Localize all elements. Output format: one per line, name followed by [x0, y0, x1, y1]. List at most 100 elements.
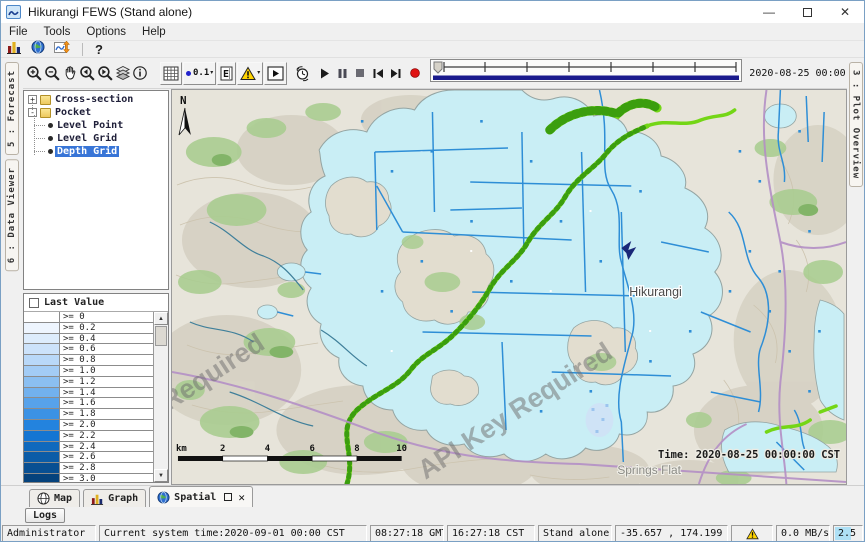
scroll-up-icon[interactable]: ▲ — [154, 312, 168, 325]
close-button[interactable]: ✕ — [826, 1, 864, 23]
step-forward-button[interactable] — [389, 61, 403, 85]
timeseries-button[interactable] — [54, 40, 70, 59]
legend-label: >= 0.2 — [60, 323, 153, 333]
legend-swatch — [24, 452, 60, 462]
info-button[interactable] — [132, 61, 148, 85]
legend-scrollbar[interactable]: ▲ ▼ — [154, 312, 168, 482]
logs-row: Logs — [1, 507, 864, 524]
legend-row[interactable]: >= 1.4 — [24, 388, 153, 399]
minimize-button[interactable]: — — [750, 1, 788, 23]
legend-label: >= 1.8 — [60, 409, 153, 419]
legend-row[interactable]: >= 2.6 — [24, 452, 153, 463]
database-chart-button[interactable] — [7, 40, 22, 59]
legend-panel: Last Value >= 0 >= 0.2 >= 0.4 >= 0.6 >= … — [23, 293, 169, 483]
tab-graph[interactable]: Graph — [83, 489, 146, 507]
tab-plot-overview[interactable]: 3 : Plot Overview — [849, 62, 863, 187]
legend-row[interactable]: >= 0.8 — [24, 355, 153, 366]
legend-label: >= 0.4 — [60, 334, 153, 344]
legend-label: >= 2.6 — [60, 452, 153, 462]
labels-button[interactable]: E — [217, 62, 236, 85]
record-button[interactable] — [409, 61, 421, 85]
close-tab-icon[interactable]: ✕ — [238, 491, 245, 504]
animation-button[interactable] — [264, 62, 287, 85]
status-warning-cell — [731, 525, 773, 542]
tab-map[interactable]: Map — [29, 489, 80, 507]
legend-row[interactable]: >= 0 — [24, 312, 153, 323]
step-backward-button[interactable] — [371, 61, 385, 85]
zoom-previous-button[interactable] — [79, 61, 96, 85]
status-memory: 2.5 GB — [833, 525, 863, 542]
tab-data-viewer[interactable]: 6 : Data Viewer — [5, 159, 19, 271]
grid-display-button[interactable] — [160, 62, 182, 85]
time-settings-button[interactable] — [294, 61, 311, 85]
svg-text:E: E — [223, 69, 229, 80]
legend-row[interactable]: >= 0.2 — [24, 323, 153, 334]
pan-button[interactable] — [62, 61, 78, 85]
application-window: Hikurangi FEWS (Stand alone) — ✕ File To… — [0, 0, 865, 542]
map-display-button[interactable] — [31, 40, 45, 59]
map-canvas[interactable]: API Key Required API Key Required N km — [171, 89, 847, 485]
pause-button[interactable] — [336, 61, 349, 85]
tab-spatial[interactable]: Spatial ✕ — [149, 486, 253, 507]
menu-bar: File Tools Options Help — [1, 23, 864, 41]
legend-row[interactable]: >= 0.4 — [24, 334, 153, 345]
help-button[interactable]: ? — [95, 42, 103, 57]
legend-label: >= 1.0 — [60, 366, 153, 376]
legend-row[interactable]: >= 1.2 — [24, 377, 153, 388]
shallow-patch — [586, 403, 614, 437]
menu-options[interactable]: Options — [78, 26, 134, 38]
warning-icon — [746, 528, 759, 540]
scalar-threshold-dropdown[interactable]: 0.1 ▾ — [183, 62, 216, 85]
zoom-out-button[interactable] — [44, 61, 61, 85]
status-user: Administrator — [2, 525, 96, 542]
logs-button[interactable]: Logs — [25, 508, 65, 523]
tree-connector — [34, 138, 45, 139]
legend-row[interactable]: >= 1.6 — [24, 398, 153, 409]
tab-label: Spatial — [174, 492, 216, 503]
legend-label: >= 1.6 — [60, 398, 153, 408]
menu-file[interactable]: File — [1, 26, 36, 38]
zoom-next-button[interactable] — [97, 61, 114, 85]
legend-swatch — [24, 398, 60, 408]
legend-row[interactable]: >= 2.2 — [24, 431, 153, 442]
legend-row[interactable]: >= 1.0 — [24, 366, 153, 377]
stop-button[interactable] — [354, 61, 366, 85]
legend-swatch — [24, 355, 60, 365]
town-label: Hikurangi — [629, 285, 681, 299]
scrollbar-track[interactable] — [154, 347, 168, 469]
legend-row[interactable]: >= 2.8 — [24, 463, 153, 474]
scroll-down-icon[interactable]: ▼ — [154, 469, 168, 482]
svg-text:km: km — [176, 444, 187, 454]
menu-help[interactable]: Help — [134, 26, 174, 38]
last-value-row: Last Value — [24, 294, 168, 311]
tree-item-depth-grid[interactable]: Depth Grid — [24, 145, 168, 158]
svg-text:8: 8 — [354, 444, 359, 454]
warnings-dropdown[interactable]: ▾ — [237, 62, 263, 85]
tree-item-level-grid[interactable]: Level Grid — [24, 132, 168, 145]
layers-button[interactable] — [115, 61, 131, 85]
time-slider[interactable] — [430, 59, 742, 87]
tree-item-cross-section[interactable]: + Cross-section — [24, 93, 168, 106]
tab-forecast[interactable]: 5 : Forecast — [5, 62, 19, 155]
maximize-tab-icon[interactable] — [224, 493, 232, 501]
tree-item-level-point[interactable]: Level Point — [24, 119, 168, 132]
right-tab-strip: 3 : Plot Overview — [847, 58, 864, 485]
play-button[interactable] — [318, 61, 331, 85]
legend-label: >= 0 — [60, 312, 153, 322]
last-value-checkbox[interactable] — [29, 298, 39, 308]
status-gmt-time: 08:27:18 GMT — [370, 525, 444, 542]
legend-swatch — [24, 431, 60, 441]
tree-item-label-selected: Depth Grid — [55, 146, 119, 157]
legend-row[interactable]: >= 2.0 — [24, 420, 153, 431]
maximize-button[interactable] — [788, 1, 826, 23]
legend-row[interactable]: >= 2.4 — [24, 442, 153, 453]
menu-tools[interactable]: Tools — [36, 26, 79, 38]
legend-row[interactable]: >= 1.8 — [24, 409, 153, 420]
zoom-in-button[interactable] — [26, 61, 43, 85]
legend-row[interactable]: >= 3.0 — [24, 474, 153, 482]
tree-item-pocket[interactable]: - Pocket — [24, 106, 168, 119]
legend-row[interactable]: >= 0.6 — [24, 344, 153, 355]
tree-item-label: Level Point — [57, 120, 123, 131]
scrollbar-thumb[interactable] — [155, 326, 167, 346]
maximize-icon — [803, 8, 812, 17]
